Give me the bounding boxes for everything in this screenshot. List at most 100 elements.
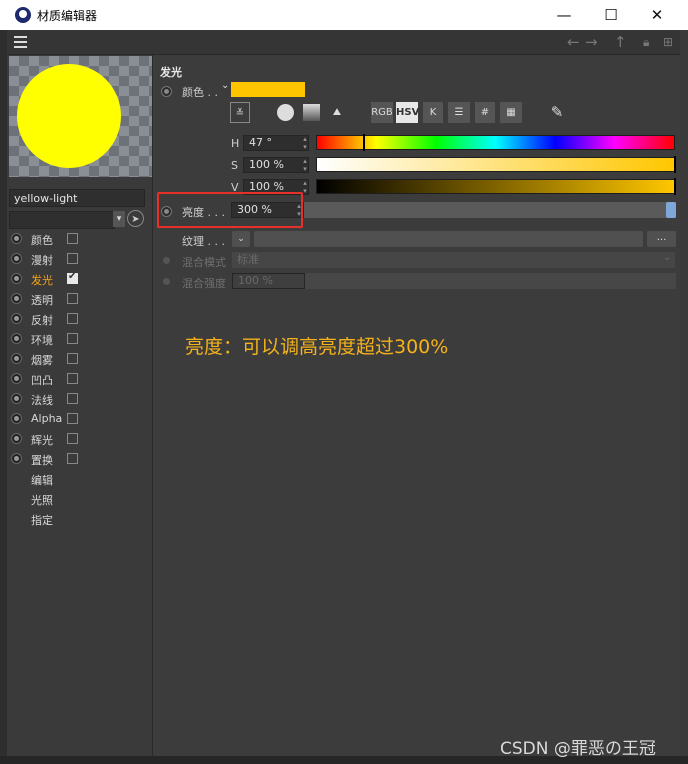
channel-row[interactable]: 法线 [7, 389, 152, 409]
value-slider-marker[interactable] [674, 178, 676, 195]
color-anim-radio[interactable] [161, 86, 172, 97]
channel-row[interactable]: 凹凸 [7, 369, 152, 389]
brightness-slider-handle[interactable] [666, 202, 676, 218]
channel-checkbox[interactable] [67, 293, 78, 304]
channel-anim-radio[interactable] [11, 453, 22, 464]
minimize-button[interactable]: — [541, 2, 587, 28]
channel-row[interactable]: 指定 [7, 509, 152, 529]
lock-icon[interactable]: 🔒︎ [643, 35, 649, 50]
channel-label[interactable]: 环境 [31, 332, 53, 348]
channel-checkbox[interactable] [67, 413, 78, 424]
mixer-icon[interactable]: ☰ [448, 102, 470, 123]
channel-anim-radio[interactable] [11, 433, 22, 444]
channel-row[interactable]: 烟雾 [7, 349, 152, 369]
channel-checkbox[interactable] [67, 393, 78, 404]
channel-checkbox[interactable] [67, 453, 78, 464]
chevron-down-icon[interactable]: ▾ [113, 211, 125, 227]
channel-label[interactable]: Alpha [31, 412, 62, 425]
spectrum-icon[interactable] [301, 102, 321, 123]
color-swatch[interactable] [231, 82, 305, 97]
menu-icon[interactable] [14, 36, 27, 48]
hue-spinner[interactable]: ▴ ▾ [301, 135, 309, 151]
kelvin-mode-button[interactable]: K [423, 102, 443, 123]
channel-label[interactable]: 颜色 [31, 232, 53, 248]
channel-checkbox[interactable] [67, 433, 78, 444]
channel-anim-radio[interactable] [11, 373, 22, 384]
annotation-text: 亮度：可以调高亮度超过300% [185, 336, 449, 358]
channel-label[interactable]: 漫射 [31, 252, 53, 268]
channel-anim-radio[interactable] [11, 233, 22, 244]
hue-slider-marker[interactable] [363, 134, 366, 151]
layer-select[interactable] [9, 211, 115, 229]
back-arrow-icon[interactable]: ← [567, 33, 580, 51]
material-name-field[interactable]: yellow-light [9, 189, 145, 207]
rgb-mode-button[interactable]: RGB [371, 102, 393, 123]
hue-field[interactable]: 47 ° [243, 135, 309, 151]
channel-row[interactable]: 反射 [7, 309, 152, 329]
channel-checkbox[interactable] [67, 253, 78, 264]
image-picker-icon[interactable]: ⛰ [327, 102, 347, 123]
channel-label[interactable]: 法线 [31, 392, 53, 408]
channel-anim-radio[interactable] [11, 413, 22, 424]
color-wheel-compare-icon[interactable]: ≚ [230, 102, 250, 123]
hsv-mode-button[interactable]: HSV [396, 102, 419, 123]
value-gradient-slider[interactable] [316, 178, 676, 195]
channel-anim-radio[interactable] [11, 313, 22, 324]
saturation-gradient-slider[interactable] [316, 156, 676, 173]
channel-row[interactable]: 编辑 [7, 469, 152, 489]
channel-anim-radio[interactable] [11, 333, 22, 344]
eyedropper-icon[interactable]: ✎ [545, 102, 569, 123]
channel-label[interactable]: 置换 [31, 452, 53, 468]
swatch-grid-icon[interactable]: ▦ [500, 102, 522, 123]
material-preview[interactable] [9, 56, 152, 177]
forward-arrow-icon[interactable]: → [585, 33, 598, 51]
channel-anim-radio[interactable] [11, 353, 22, 364]
color-expand-chevron-icon[interactable]: ⌄ [221, 80, 229, 91]
channel-anim-radio[interactable] [11, 273, 22, 284]
saturation-spinner[interactable]: ▴ ▾ [301, 157, 309, 173]
channel-label[interactable]: 指定 [31, 512, 53, 528]
channel-row[interactable]: 颜色 [7, 229, 152, 249]
maximize-button[interactable]: ☐ [588, 2, 634, 28]
channel-checkbox[interactable] [67, 373, 78, 384]
channel-label[interactable]: 光照 [31, 492, 53, 508]
close-button[interactable]: ✕ [634, 2, 680, 28]
channel-row[interactable]: 透明 [7, 289, 152, 309]
channel-label[interactable]: 辉光 [31, 432, 53, 448]
channel-checkbox[interactable] [67, 333, 78, 344]
brightness-slider[interactable] [304, 202, 676, 218]
saturation-slider-marker[interactable] [674, 156, 676, 173]
channel-label[interactable]: 编辑 [31, 472, 53, 488]
up-arrow-icon[interactable]: ↑ [614, 33, 627, 51]
hex-mode-button[interactable]: # [475, 102, 495, 123]
channel-label[interactable]: 凹凸 [31, 372, 53, 388]
channel-anim-radio[interactable] [11, 253, 22, 264]
channel-row[interactable]: 置换 [7, 449, 152, 469]
channel-checkbox[interactable] [67, 233, 78, 244]
channel-row[interactable]: 辉光 [7, 429, 152, 449]
channel-row[interactable]: 光照 [7, 489, 152, 509]
channel-row[interactable]: 发光 [7, 269, 152, 289]
texture-browse-button[interactable]: ... [647, 231, 676, 247]
pick-cursor-icon[interactable]: ➤ [127, 210, 144, 227]
channel-label[interactable]: 发光 [31, 272, 53, 288]
channel-row[interactable]: Alpha [7, 409, 152, 429]
channel-anim-radio[interactable] [11, 293, 22, 304]
s-label: S [231, 159, 238, 172]
channel-checkbox[interactable] [67, 313, 78, 324]
channel-row[interactable]: 漫射 [7, 249, 152, 269]
channel-checkbox[interactable] [67, 271, 78, 284]
channel-checkbox[interactable] [67, 353, 78, 364]
channel-label[interactable]: 反射 [31, 312, 53, 328]
channel-anim-radio[interactable] [11, 393, 22, 404]
channel-row[interactable]: 环境 [7, 329, 152, 349]
highlight-box [157, 192, 303, 228]
hue-gradient-slider[interactable] [316, 134, 675, 151]
texture-field[interactable] [254, 231, 643, 247]
texture-dropdown-chevron-icon[interactable]: ⌄ [232, 231, 250, 247]
saturation-field[interactable]: 100 % [243, 157, 309, 173]
channel-label[interactable]: 烟雾 [31, 352, 53, 368]
color-wheel-icon[interactable] [275, 102, 295, 123]
channel-label[interactable]: 透明 [31, 292, 53, 308]
new-window-icon[interactable]: ⊞ [663, 35, 673, 49]
